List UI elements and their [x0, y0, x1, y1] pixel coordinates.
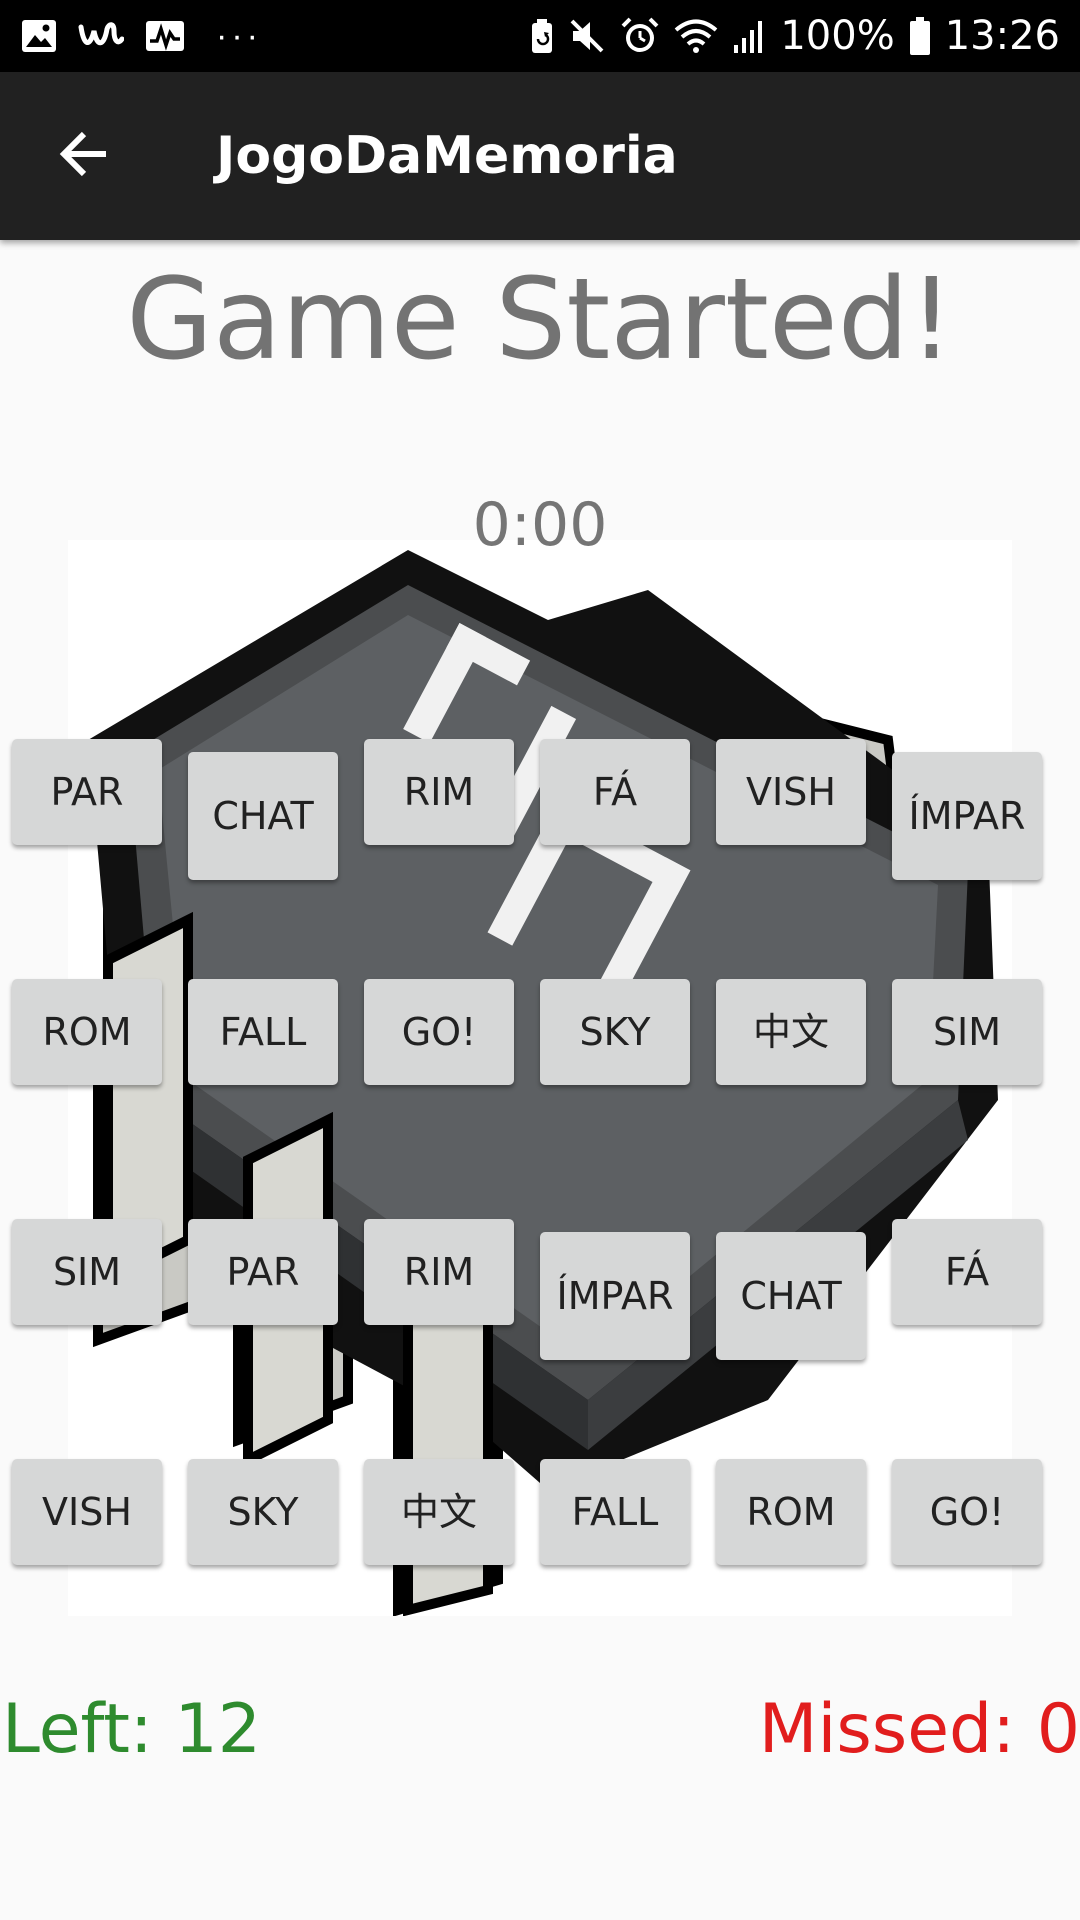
pairs-left-counter: Left: 12: [2, 1690, 261, 1769]
memory-card[interactable]: FALL: [188, 979, 338, 1085]
memory-card[interactable]: ÍMPAR: [892, 752, 1042, 880]
memory-card[interactable]: CHAT: [188, 752, 338, 880]
memory-card[interactable]: ROM: [12, 979, 162, 1085]
memory-card[interactable]: FÁ: [892, 1219, 1042, 1325]
app-title: JogoDaMemoria: [216, 126, 678, 186]
memory-card[interactable]: PAR: [12, 739, 162, 845]
activity-icon: [144, 17, 186, 55]
memory-card[interactable]: VISH: [12, 1459, 162, 1565]
status-bar: ··· 100% 13:26: [0, 0, 1080, 72]
wifi-icon: [674, 17, 718, 55]
app-bar: JogoDaMemoria: [0, 72, 1080, 240]
notification-icons: ···: [20, 0, 262, 72]
memory-card[interactable]: SIM: [892, 979, 1042, 1085]
memory-card[interactable]: 中文: [716, 979, 866, 1085]
memory-card[interactable]: SKY: [540, 979, 690, 1085]
memory-card[interactable]: ÍMPAR: [540, 1232, 690, 1360]
memory-card[interactable]: RIM: [364, 739, 514, 845]
system-icons: 100% 13:26: [530, 0, 1060, 72]
memory-card[interactable]: GO!: [364, 979, 514, 1085]
game-timer: 0:00: [472, 490, 608, 560]
memory-card[interactable]: CHAT: [716, 1232, 866, 1360]
memory-card[interactable]: SKY: [188, 1459, 338, 1565]
missed-counter: Missed: 0: [758, 1690, 1080, 1769]
memory-card[interactable]: 中文: [364, 1459, 514, 1565]
wish-icon: [78, 17, 124, 55]
battery-saver-icon: [530, 17, 554, 55]
back-button[interactable]: [40, 112, 128, 200]
more-notifications-icon: ···: [216, 17, 262, 55]
gallery-icon: [20, 17, 58, 55]
signal-icon: [732, 17, 766, 55]
memory-card[interactable]: ROM: [716, 1459, 866, 1565]
memory-card[interactable]: PAR: [188, 1219, 338, 1325]
arrow-left-icon: [58, 128, 110, 185]
mute-icon: [568, 17, 606, 55]
game-status-text: Game Started!: [126, 255, 954, 385]
memory-card[interactable]: SIM: [12, 1219, 162, 1325]
alarm-icon: [620, 16, 660, 56]
memory-card[interactable]: FALL: [540, 1459, 690, 1565]
clock: 13:26: [944, 13, 1060, 59]
memory-card[interactable]: FÁ: [540, 739, 690, 845]
memory-card[interactable]: VISH: [716, 739, 866, 845]
battery-percent: 100%: [780, 13, 895, 59]
memory-card[interactable]: RIM: [364, 1219, 514, 1325]
memory-card[interactable]: GO!: [892, 1459, 1042, 1565]
battery-icon: [909, 16, 931, 56]
